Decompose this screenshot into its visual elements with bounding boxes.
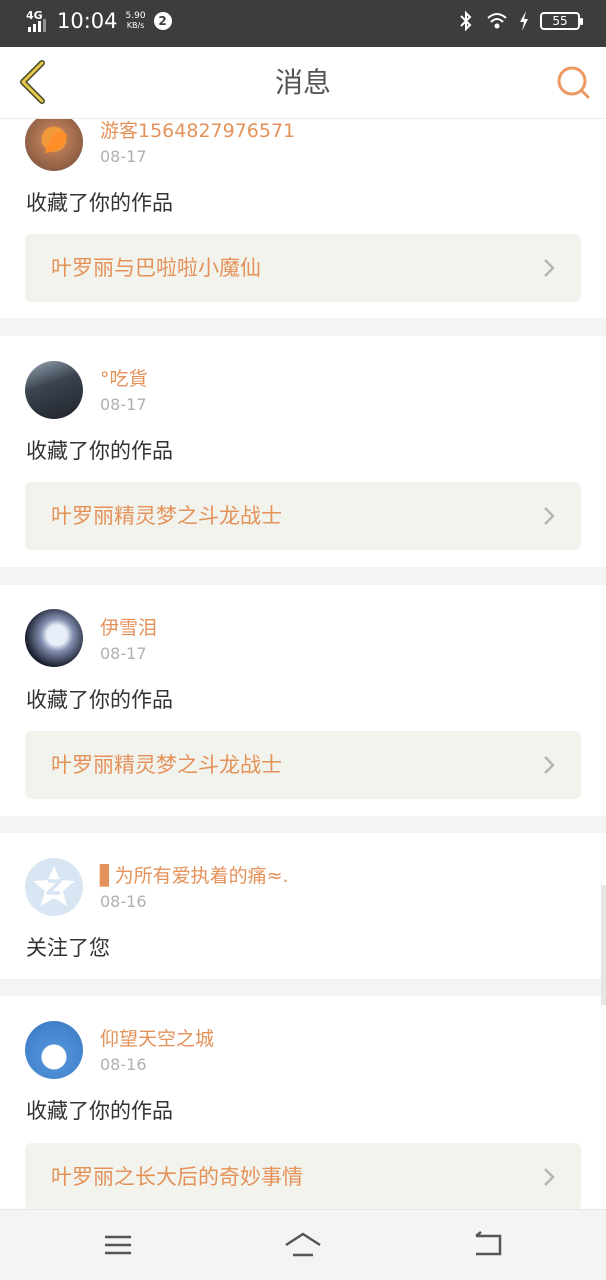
leaf-icon xyxy=(45,131,67,153)
message-date: 08-16 xyxy=(100,892,147,911)
wifi-icon xyxy=(487,13,507,29)
avatar[interactable] xyxy=(25,858,83,916)
speed-value: 5.90 xyxy=(125,11,146,21)
chevron-right-icon xyxy=(544,259,555,277)
avatar[interactable] xyxy=(25,119,83,171)
message-date: 08-17 xyxy=(100,644,147,663)
username[interactable]: 游客1564827976571 xyxy=(100,119,295,143)
message-list[interactable]: 游客1564827976571 08-17 收藏了你的作品 叶罗丽与巴啦啦小魔仙… xyxy=(0,119,606,1209)
avatar[interactable] xyxy=(25,1021,83,1079)
action-text: 收藏了你的作品 xyxy=(26,688,173,712)
home-icon[interactable] xyxy=(283,1228,323,1262)
message-date: 08-16 xyxy=(100,1055,147,1074)
default-avatar-icon xyxy=(33,866,75,906)
action-text: 关注了您 xyxy=(26,936,110,960)
chevron-right-icon xyxy=(544,507,555,525)
battery-level: 55 xyxy=(552,14,568,28)
message-card: 伊雪泪 08-17 收藏了你的作品 叶罗丽精灵梦之斗龙战士 xyxy=(0,585,606,816)
bluetooth-icon xyxy=(460,10,472,32)
page-title: 消息 xyxy=(274,66,331,99)
scroll-indicator[interactable] xyxy=(601,885,606,1005)
menu-icon[interactable] xyxy=(98,1228,138,1262)
work-title: 叶罗丽之长大后的奇妙事情 xyxy=(51,1165,303,1189)
avatar[interactable] xyxy=(25,361,83,419)
message-card: ▋为所有爱执着的痛≈. 08-16 关注了您 xyxy=(0,833,606,979)
work-card[interactable]: 叶罗丽与巴啦啦小魔仙 xyxy=(25,234,581,302)
status-left: 4G 10:04 5.90 KB/s 2 xyxy=(26,8,172,34)
network-speed: 5.90 KB/s xyxy=(126,11,146,31)
battery-icon: 55 xyxy=(540,12,583,30)
notification-badge: 2 xyxy=(153,12,172,30)
action-text: 收藏了你的作品 xyxy=(26,191,173,215)
status-bar: 4G 10:04 5.90 KB/s 2 55 xyxy=(0,0,606,47)
status-right: 55 xyxy=(456,10,583,32)
clock: 10:04 xyxy=(57,9,118,33)
back-nav-icon[interactable] xyxy=(468,1228,508,1262)
work-card[interactable]: 叶罗丽精灵梦之斗龙战士 xyxy=(25,731,581,799)
title-bar: 消息 xyxy=(0,47,606,119)
work-card[interactable]: 叶罗丽精灵梦之斗龙战士 xyxy=(25,482,581,550)
username[interactable]: °吃貨 xyxy=(100,367,148,391)
work-title: 叶罗丽精灵梦之斗龙战士 xyxy=(51,504,282,528)
action-text: 收藏了你的作品 xyxy=(26,439,173,463)
action-text: 收藏了你的作品 xyxy=(26,1099,173,1123)
signal-icon: 4G xyxy=(26,8,48,34)
work-title: 叶罗丽与巴啦啦小魔仙 xyxy=(51,256,261,280)
charging-icon xyxy=(520,11,528,31)
speed-unit: KB/s xyxy=(126,21,145,30)
username[interactable]: 仰望天空之城 xyxy=(100,1027,214,1051)
work-card[interactable]: 叶罗丽之长大后的奇妙事情 xyxy=(25,1143,581,1209)
system-nav-bar xyxy=(0,1209,606,1280)
message-card: 游客1564827976571 08-17 收藏了你的作品 叶罗丽与巴啦啦小魔仙 xyxy=(0,119,606,318)
search-icon[interactable] xyxy=(554,63,592,101)
message-date: 08-17 xyxy=(100,147,147,166)
work-title: 叶罗丽精灵梦之斗龙战士 xyxy=(51,753,282,777)
avatar[interactable] xyxy=(25,609,83,667)
message-date: 08-17 xyxy=(100,395,147,414)
username[interactable]: 伊雪泪 xyxy=(100,616,157,640)
message-card: 仰望天空之城 08-16 收藏了你的作品 叶罗丽之长大后的奇妙事情 xyxy=(0,996,606,1209)
chevron-right-icon xyxy=(544,1168,555,1186)
message-card: °吃貨 08-17 收藏了你的作品 叶罗丽精灵梦之斗龙战士 xyxy=(0,336,606,567)
chevron-right-icon xyxy=(544,756,555,774)
username[interactable]: ▋为所有爱执着的痛≈. xyxy=(100,864,289,888)
